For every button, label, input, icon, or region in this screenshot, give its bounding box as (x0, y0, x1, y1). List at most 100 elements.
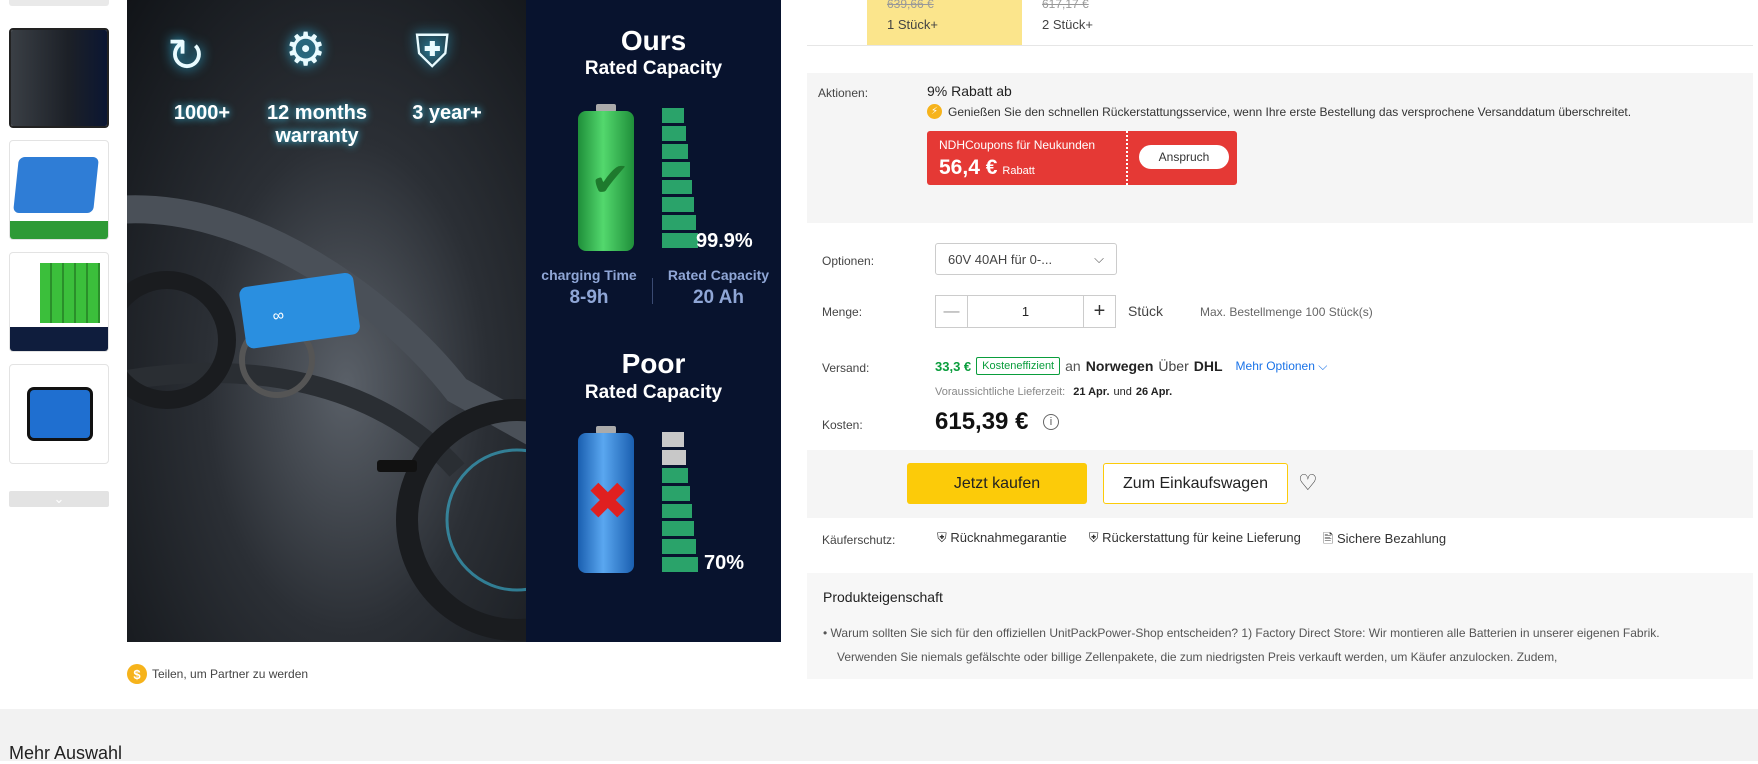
total-cost: 615,39 € (935, 408, 1029, 435)
poor-level-bars (662, 432, 702, 572)
level-segment (662, 485, 690, 501)
buyer-protection-list: ⛨ Rücknahmegarantie ⛨ Rückerstattung für… (937, 530, 1446, 552)
coupon-title: NDHCoupons für Neukunden (939, 138, 1096, 152)
ours-percent: 99.9% (696, 230, 753, 252)
cost-efficient-badge: Kosteneffizient (976, 357, 1061, 375)
buy-now-button[interactable]: Jetzt kaufen (907, 463, 1087, 504)
properties-title: Produkteigenschaft (823, 589, 943, 605)
protection-item: ⛨ Rückerstattung für keine Lieferung (1089, 530, 1301, 552)
tier2-quantity: 2 Stück+ (1042, 17, 1093, 32)
thumbnail-3[interactable] (9, 252, 109, 352)
thumbnail-4[interactable] (9, 364, 109, 464)
charging-time-value: 8-9h (569, 287, 609, 308)
cycle-battery-icon: ↻ (167, 29, 206, 81)
level-segment (662, 539, 696, 555)
check-icon: ✔ (590, 154, 631, 207)
quantity-decrease-button[interactable]: — (936, 296, 968, 327)
properties-text: • Warum sollten Sie sich für den offizie… (823, 621, 1660, 669)
level-segment (662, 197, 694, 213)
info-icon[interactable]: i (1043, 414, 1059, 430)
properties-text-line2: Verwenden Sie niemals gefälschte oder bi… (837, 650, 1558, 664)
protection-item-text: Rücknahmegarantie (950, 530, 1067, 545)
level-segment (662, 143, 688, 159)
shipping-country: Norwegen (1085, 358, 1154, 374)
protection-item: 🖹 Sichere Bezahlung (1323, 530, 1446, 552)
level-segment (662, 108, 684, 123)
protection-item-text: Sichere Bezahlung (1336, 531, 1447, 546)
more-options-link[interactable]: Mehr Optionen ⌵ (1236, 359, 1328, 374)
warranty-line2: warranty (275, 125, 359, 147)
delivery-estimate: Voraussichtliche Lieferzeit: 21 Apr. und… (935, 386, 1172, 398)
eta-to: 26 Apr. (1135, 386, 1173, 398)
box-gear-icon: ⚙ (285, 23, 327, 75)
feature-label-cycles: 1000+ (173, 102, 231, 124)
share-text: Teilen, um Partner zu werden (152, 667, 309, 681)
level-segment (662, 432, 684, 447)
lightning-icon: ⚡ (927, 104, 942, 119)
level-segment (662, 215, 696, 231)
shipping-info: 33,3 € Kosteneffizient an Norwegen Über … (935, 357, 1327, 375)
eta-label: Voraussichtliche Lieferzeit: (935, 386, 1066, 398)
level-segment (662, 521, 694, 537)
actions-label: Aktionen: (818, 86, 869, 100)
coupon-value: 56,4 € Rabatt (939, 156, 1035, 180)
more-options-text: Mehr Optionen (1235, 358, 1315, 373)
price-tier-2[interactable]: 617,17 € 2 Stück+ (1022, 0, 1182, 46)
coupon-perforation (1126, 131, 1128, 185)
level-segment (662, 125, 686, 141)
shipping-via: Über (1158, 358, 1189, 374)
thumbnail-1[interactable] (9, 28, 109, 128)
max-quantity-note: Max. Bestellmenge 100 Stück(s) (1200, 305, 1373, 319)
hero-capacity-panel: Ours Rated Capacity ✔ 99.9% charging Tim… (526, 0, 781, 642)
level-segment (662, 179, 692, 195)
tier1-quantity: 1 Stück+ (887, 17, 938, 32)
thumbnail-2[interactable] (9, 140, 109, 240)
hero-bike-panel: ∞ ↻ 1000+ ⚙ 12 months warranty ⛨ 3 year+ (127, 0, 526, 642)
options-label: Optionen: (822, 254, 875, 268)
good-battery-icon: ✔ (578, 104, 634, 252)
protection-item-text: Rückerstattung für keine Lieferung (1102, 530, 1301, 545)
product-main-image: ∞ ↻ 1000+ ⚙ 12 months warranty ⛨ 3 year+… (127, 0, 781, 642)
properties-text-line1: Warum sollten Sie sich für den offiziell… (830, 626, 1660, 640)
level-segment (662, 161, 690, 177)
shipping-price: 33,3 € (935, 358, 972, 374)
stat-divider (652, 278, 653, 304)
tier1-old-price: 639,66 € (887, 0, 934, 11)
ours-title: Ours (620, 25, 687, 56)
cost-label: Kosten: (822, 418, 863, 432)
level-segment (662, 557, 698, 572)
options-selected-value: 60V 40AH für 0-... (948, 251, 1053, 267)
ours-level-bars (662, 108, 702, 248)
feature-label-years: 3 year+ (412, 102, 482, 124)
quantity-increase-button[interactable]: + (1083, 296, 1115, 327)
options-select[interactable]: 60V 40AH für 0-... ⌵ (935, 243, 1117, 275)
thumbnail-scroll-up[interactable] (9, 0, 109, 6)
heart-icon[interactable]: ♡ (1298, 470, 1318, 496)
shipping-carrier: DHL (1193, 358, 1223, 374)
svg-text:∞: ∞ (272, 307, 286, 325)
quantity-label: Menge: (822, 305, 863, 319)
protection-item: ⛨ Rücknahmegarantie (937, 530, 1067, 552)
poor-percent: 70% (704, 552, 745, 574)
shield-icon: ⛨ (1088, 530, 1099, 545)
poor-title: Poor (621, 348, 686, 379)
level-segment (662, 503, 692, 519)
level-segment (662, 467, 688, 483)
coupon-suffix: Rabatt (1002, 165, 1035, 177)
chevron-down-icon: ⌵ (1318, 358, 1328, 373)
quantity-input[interactable]: 1 (968, 296, 1083, 327)
shield-icon: ⛨ (937, 530, 947, 545)
price-tier-1[interactable]: 639,66 € 1 Stück+ (867, 0, 1022, 46)
document-icon: 🖹 (1322, 531, 1334, 546)
coupon-amount: 56,4 € (939, 156, 998, 179)
more-choices-section: Mehr Auswahl (0, 709, 1758, 763)
thumbnail-scroll-down[interactable]: ⌄ (9, 491, 109, 507)
charging-time-label: charging Time (541, 267, 637, 283)
rated-capacity-label: Rated Capacity (667, 267, 770, 283)
claim-coupon-button[interactable]: Anspruch (1139, 145, 1229, 169)
poor-subtitle: Rated Capacity (584, 382, 723, 403)
share-partner-link[interactable]: $ Teilen, um Partner zu werden (127, 664, 308, 684)
eta-from: 21 Apr. (1073, 386, 1110, 398)
quantity-unit: Stück (1128, 303, 1164, 319)
add-to-cart-button[interactable]: Zum Einkaufswagen (1103, 463, 1288, 504)
